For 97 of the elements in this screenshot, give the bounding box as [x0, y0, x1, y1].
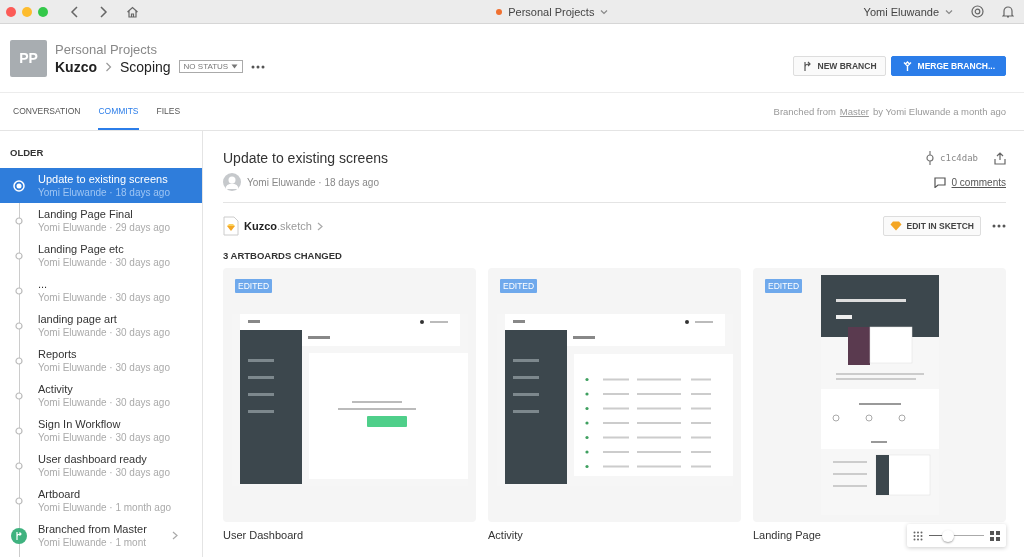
commit-node-icon: [15, 286, 23, 295]
commit-title: Sign In Workflow: [38, 418, 122, 430]
commit-item[interactable]: Artboard Yomi Eluwande · 1 month ago: [0, 483, 202, 518]
artboard-name: User Dashboard: [223, 529, 304, 541]
slider-thumb[interactable]: [942, 529, 955, 542]
tab[interactable]: CONVERSATION: [13, 93, 81, 130]
commit-meta: Yomi Eluwande · 1 month ago: [38, 502, 172, 513]
commit-node-icon: [13, 179, 25, 192]
chevron-down-icon[interactable]: [945, 8, 953, 15]
commit-item[interactable]: User dashboard ready Yomi Eluwande · 30 days ago: [0, 448, 202, 483]
project-avatar: PP: [10, 39, 47, 77]
home-icon[interactable]: [126, 5, 139, 18]
breadcrumb-item[interactable]: Kuzco: [55, 58, 97, 75]
commit-title: Update to existing screens: [38, 173, 169, 185]
new-branch-button[interactable]: NEW BRANCH: [792, 56, 886, 76]
chevron-right-icon: [172, 531, 178, 540]
more-icon[interactable]: [251, 64, 266, 69]
commit-node-icon: [15, 496, 23, 505]
commit-title: Landing Page etc: [38, 243, 125, 255]
commit-node-icon: [15, 216, 23, 225]
edited-badge: EDITED: [500, 279, 538, 293]
forward-icon[interactable]: [98, 5, 108, 18]
edited-badge: EDITED: [235, 279, 273, 293]
artboard-name: Activity: [488, 529, 523, 541]
commit-meta: Yomi Eluwande · 30 days ago: [38, 292, 170, 303]
caret-icon: [231, 64, 239, 69]
commit-heading: Update to existing screens: [223, 150, 388, 166]
project-name: Personal Projects: [55, 41, 158, 57]
close-button[interactable]: [6, 6, 16, 17]
back-icon[interactable]: [70, 5, 80, 18]
commit-meta: Yomi Eluwande · 30 days ago: [38, 397, 170, 408]
settings-icon[interactable]: [971, 5, 984, 18]
share-icon[interactable]: [994, 151, 1006, 165]
edited-badge: EDITED: [765, 279, 803, 293]
commit-item[interactable]: Landing Page Final Yomi Eluwande · 29 days ago: [0, 203, 202, 238]
commit-title: Branched from Master: [38, 523, 147, 535]
commit-node-icon: [15, 356, 23, 365]
commit-item[interactable]: ... Yomi Eluwande · 30 days ago: [0, 273, 202, 308]
large-grid-icon[interactable]: [990, 530, 1000, 541]
commit-item[interactable]: Activity Yomi Eluwande · 30 days ago: [0, 378, 202, 413]
commit-item[interactable]: Reports Yomi Eluwande · 30 days ago: [0, 343, 202, 378]
tab[interactable]: FILES: [156, 93, 181, 130]
commit-meta: Yomi Eluwande · 30 days ago: [38, 432, 170, 443]
commit-meta: Yomi Eluwande · 30 days ago: [38, 362, 170, 373]
diamond-icon: [890, 221, 903, 231]
commit-meta: Yomi Eluwande · 30 days ago: [38, 467, 170, 478]
sketch-file-icon: [223, 216, 239, 236]
artboard-name: Landing Page: [753, 529, 821, 541]
branch-icon: [11, 527, 27, 544]
section-heading: 3 ARTBOARDS CHANGED: [223, 250, 343, 261]
commit-item[interactable]: Update to existing screens Yomi Eluwande · 18 days ago: [0, 168, 202, 203]
user-avatar: [223, 173, 241, 191]
file-name[interactable]: Kuzco.sketch: [244, 220, 312, 232]
commit-node-icon: [15, 251, 23, 260]
branch-icon: [801, 60, 813, 72]
status-dot-icon: [496, 8, 503, 15]
commit-title: Landing Page Final: [38, 208, 134, 220]
chevron-right-icon: [316, 221, 323, 231]
commit-title: Reports: [38, 348, 78, 360]
tab[interactable]: COMMITS: [98, 93, 139, 130]
commit-title: landing page art: [38, 313, 118, 325]
commit-meta: Yomi Eluwande · 18 days ago: [38, 187, 170, 198]
commit-node-icon: [15, 426, 23, 435]
comments-link[interactable]: 0 comments: [951, 176, 1006, 188]
commit-item[interactable]: Sign In Workflow Yomi Eluwande · 30 days ago: [0, 413, 202, 448]
bell-icon[interactable]: [1002, 5, 1014, 18]
commit-icon: [926, 151, 935, 165]
commit-meta: Yomi Eluwande · 30 days ago: [38, 327, 170, 338]
commit-item[interactable]: Landing Page etc Yomi Eluwande · 30 days ago: [0, 238, 202, 273]
commit-meta: Yomi Eluwande · 29 days ago: [38, 222, 170, 233]
commit-node-icon: [15, 321, 23, 330]
commit-node-icon: [15, 461, 23, 470]
commit-title: Activity: [38, 383, 74, 395]
commit-node-icon: [15, 391, 23, 400]
section-heading: OLDER: [9, 146, 45, 160]
edit-in-sketch-button[interactable]: EDIT IN SKETCH: [883, 216, 981, 236]
more-icon[interactable]: [992, 224, 1006, 228]
commit-author: Yomi Eluwande · 18 days ago: [247, 176, 379, 188]
commit-meta: Yomi Eluwande · 30 days ago: [38, 257, 170, 268]
merge-branch-button[interactable]: MERGE BRANCH...: [890, 56, 1006, 76]
user-menu[interactable]: Yomi Eluwande: [863, 5, 939, 18]
status-dropdown[interactable]: NO STATUS: [178, 60, 244, 73]
commit-title: ...: [38, 278, 49, 290]
commit-title: User dashboard ready: [38, 453, 148, 465]
commit-title: Artboard: [38, 488, 82, 500]
comment-icon: [933, 176, 946, 188]
project-switcher[interactable]: Personal Projects: [508, 5, 595, 18]
branch-info-text: Branched from: [773, 106, 836, 117]
breadcrumb-item[interactable]: Scoping: [120, 58, 171, 75]
branch-info-text: by Yomi Eluwande a month ago: [872, 106, 1006, 117]
commit-item[interactable]: landing page art Yomi Eluwande · 30 days ago: [0, 308, 202, 343]
commit-meta: Yomi Eluwande · 1 mont: [38, 537, 147, 548]
merge-icon: [901, 60, 913, 72]
chevron-right-icon: [105, 61, 112, 72]
commit-item[interactable]: Branched from Master Yomi Eluwande · 1 mont: [0, 518, 202, 553]
small-grid-icon[interactable]: [913, 530, 923, 541]
commit-hash: c1c4dab: [940, 153, 978, 163]
